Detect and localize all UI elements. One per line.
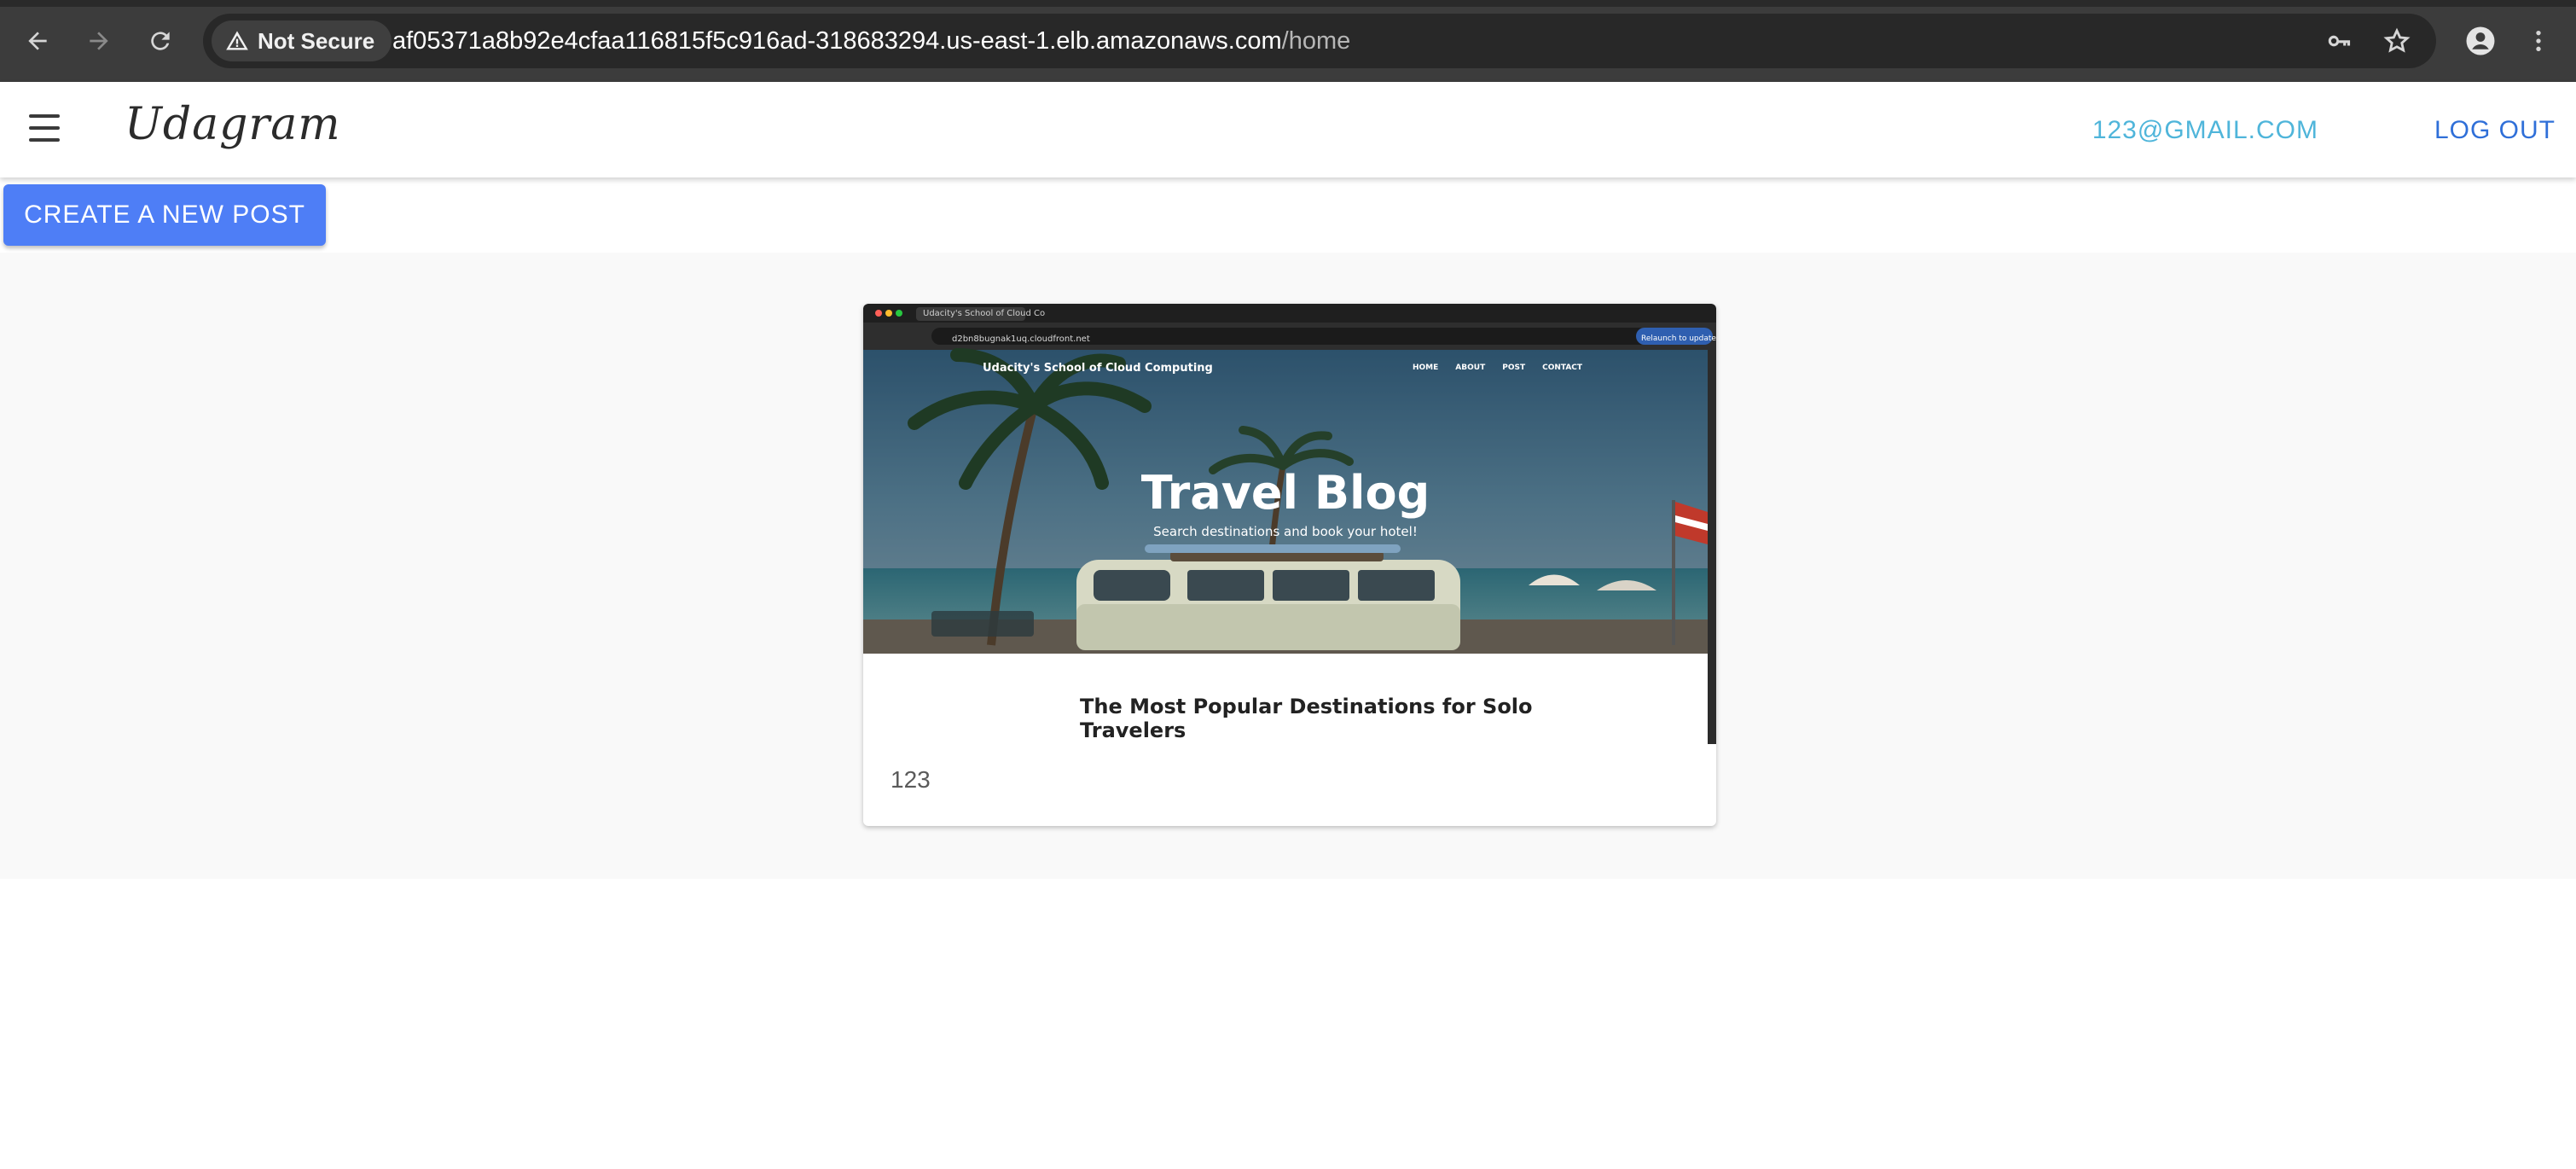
tab-strip: [0, 0, 2576, 7]
warning-icon: [226, 31, 248, 50]
url-path: /home: [1281, 27, 1351, 55]
forward-icon: [90, 32, 108, 50]
inner-nav-home: HOME: [1413, 363, 1439, 372]
inner-address: d2bn8bugnak1uq.cloudfront.net: [952, 334, 1090, 344]
inner-nav-contact: CONTACT: [1542, 363, 1583, 372]
browser-toolbar: Not Secure af05371a8b92e4cfaa116815f5c91…: [0, 0, 2576, 82]
app-header: Udagram 123@GMAIL.COM LOG OUT: [0, 82, 2576, 177]
logout-button[interactable]: LOG OUT: [2434, 116, 2556, 145]
inner-relaunch-label: Relaunch to update: [1641, 334, 1716, 343]
inner-article-title-line2: Travelers: [1080, 718, 1186, 742]
reload-button[interactable]: [140, 20, 181, 61]
browser-menu-button[interactable]: [2518, 20, 2559, 61]
app-logo[interactable]: Udagram: [125, 99, 341, 150]
inner-hero-title: Travel Blog: [1140, 466, 1430, 520]
create-post-button[interactable]: CREATE A NEW POST: [3, 184, 326, 246]
key-icon: [2328, 35, 2351, 47]
reload-icon: [151, 32, 170, 50]
security-label: Not Secure: [258, 27, 375, 54]
bookmark-button[interactable]: [2380, 24, 2414, 58]
security-chip[interactable]: Not Secure: [212, 20, 392, 61]
inner-nav-post: POST: [1502, 363, 1526, 372]
inner-nav-about: ABOUT: [1455, 363, 1486, 372]
inner-hero-subtitle: Search destinations and book your hotel!: [1153, 524, 1418, 539]
forward-button[interactable]: [78, 20, 119, 61]
url-text[interactable]: af05371a8b92e4cfaa116815f5c916ad-3186832…: [392, 27, 1350, 55]
back-button[interactable]: [17, 20, 58, 61]
back-icon: [28, 32, 47, 50]
inner-nav: HOME ABOUT POST CONTACT: [1413, 363, 1582, 372]
inner-site-title: Udacity's School of Cloud Computing: [983, 362, 1213, 375]
profile-button[interactable]: [2460, 20, 2501, 61]
inner-tab-title: Udacity's School of Cloud Co: [923, 309, 1046, 318]
more-vert-icon: [2536, 31, 2541, 51]
star-icon: [2383, 27, 2411, 53]
url-host: af05371a8b92e4cfaa116815f5c916ad-3186832…: [392, 27, 1282, 55]
post-card[interactable]: Udacity's School of Cloud Co d2bn8bugnak…: [863, 304, 1716, 826]
feed: Udacity's School of Cloud Co d2bn8bugnak…: [0, 253, 2576, 879]
profile-icon: [2466, 26, 2495, 55]
menu-button[interactable]: [26, 113, 70, 147]
password-button[interactable]: [2324, 24, 2358, 58]
address-bar[interactable]: Not Secure af05371a8b92e4cfaa116815f5c91…: [203, 14, 2436, 68]
post-caption: 123: [891, 766, 931, 793]
user-email-link[interactable]: 123@GMAIL.COM: [2092, 116, 2318, 145]
inner-article-title-line1: The Most Popular Destinations for Solo: [1080, 695, 1533, 718]
